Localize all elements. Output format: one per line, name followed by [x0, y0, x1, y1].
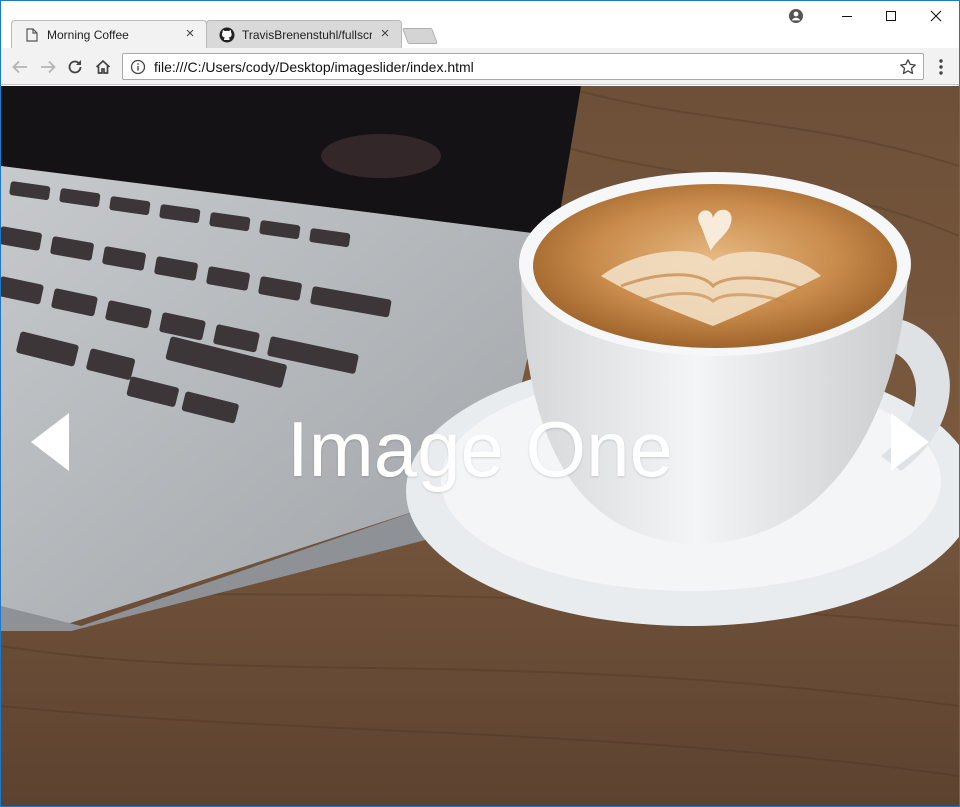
bookmark-star-icon[interactable]	[899, 58, 917, 76]
home-button[interactable]	[92, 56, 114, 78]
tab-github[interactable]: TravisBrenenstuhl/fullscre ×	[206, 20, 402, 48]
home-icon	[95, 59, 111, 74]
close-window-button[interactable]	[913, 1, 959, 31]
arrow-left-icon[interactable]	[29, 411, 73, 473]
reload-button[interactable]	[64, 56, 86, 78]
tab-strip: Morning Coffee × TravisBrenenstuhl/fulls…	[1, 1, 959, 48]
slide-caption: Image One	[287, 405, 673, 493]
address-bar[interactable]: file:///C:/Users/cody/Desktop/imageslide…	[122, 53, 924, 80]
profile-icon[interactable]	[788, 8, 804, 24]
forward-button[interactable]	[37, 56, 59, 78]
page-icon	[24, 27, 40, 43]
arrow-right-icon[interactable]	[887, 411, 931, 473]
url-text[interactable]: file:///C:/Users/cody/Desktop/imageslide…	[154, 59, 474, 75]
forward-arrow-icon	[41, 60, 56, 74]
github-icon	[219, 27, 235, 43]
slider-viewport: Image One	[1, 86, 959, 806]
tab-title: TravisBrenenstuhl/fullscre	[242, 27, 372, 42]
maximize-button[interactable]	[868, 1, 914, 31]
new-tab-button[interactable]	[402, 28, 438, 44]
tab-title: Morning Coffee	[47, 27, 129, 42]
minimize-button[interactable]	[824, 1, 870, 31]
tab-morning-coffee[interactable]: Morning Coffee ×	[11, 20, 207, 48]
back-arrow-icon	[12, 60, 27, 74]
info-icon[interactable]	[130, 59, 146, 75]
tab-close-button[interactable]: ×	[377, 26, 393, 42]
back-button[interactable]	[9, 56, 31, 78]
browser-toolbar: file:///C:/Users/cody/Desktop/imageslide…	[1, 48, 959, 85]
reload-icon	[68, 60, 82, 74]
menu-icon[interactable]	[933, 57, 949, 77]
browser-window: Morning Coffee × TravisBrenenstuhl/fulls…	[0, 0, 960, 807]
tab-close-button[interactable]: ×	[182, 26, 198, 42]
